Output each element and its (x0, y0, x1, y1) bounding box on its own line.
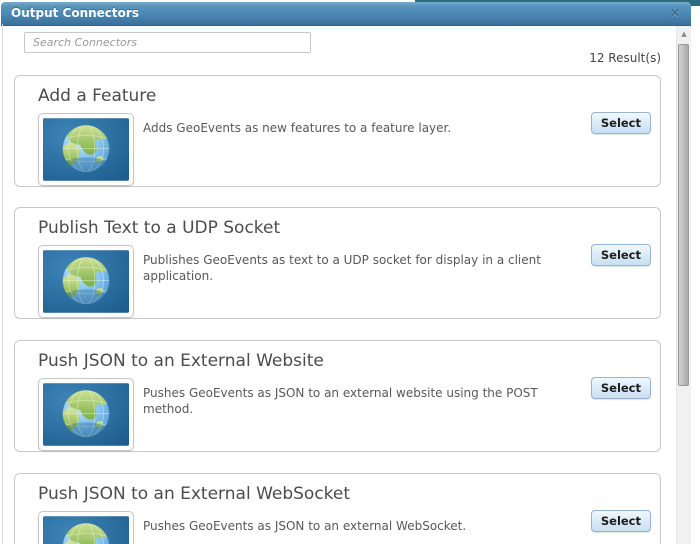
globe-icon (43, 250, 129, 313)
connector-card: Publish Text to a UDP Socket Publishes G… (14, 207, 661, 319)
connector-description: Publishes GeoEvents as text to a UDP soc… (143, 253, 541, 284)
select-button[interactable]: Select (590, 510, 651, 532)
connector-thumbnail (38, 245, 134, 318)
select-button[interactable]: Select (590, 377, 651, 399)
select-button[interactable]: Select (590, 112, 651, 134)
connector-description: Pushes GeoEvents as JSON to an external … (143, 386, 538, 417)
connector-title: Add a Feature (38, 86, 157, 106)
select-button[interactable]: Select (590, 244, 651, 266)
output-connectors-dialog: Output Connectors ✕ 12 Result(s) Add a F… (0, 0, 700, 544)
connector-description: Pushes GeoEvents as JSON to an external … (143, 519, 467, 533)
scrollbar-thumb[interactable] (678, 44, 689, 386)
dialog-left-edge (2, 24, 3, 544)
scroll-up-icon[interactable]: ▲ (677, 26, 691, 42)
search-input[interactable] (24, 32, 311, 53)
connector-thumbnail (38, 378, 134, 451)
connector-title: Push JSON to an External WebSocket (38, 484, 351, 504)
dialog-title: Output Connectors (11, 6, 139, 20)
globe-icon (43, 516, 129, 544)
connector-thumbnail (38, 511, 134, 544)
globe-icon (43, 383, 129, 446)
connector-title: Push JSON to an External Website (38, 351, 324, 371)
connector-card: Push JSON to an External Website Pushes … (14, 340, 661, 452)
connector-thumbnail (38, 113, 134, 186)
connector-description: Adds GeoEvents as new features to a feat… (143, 121, 452, 135)
scrollbar[interactable]: ▲ (676, 26, 691, 544)
dialog-header: Output Connectors ✕ (1, 2, 691, 26)
connector-card: Add a Feature Adds GeoEvents as new feat… (14, 75, 661, 187)
connector-card: Push JSON to an External WebSocket Pushe… (14, 473, 661, 544)
globe-icon (43, 118, 129, 181)
results-count: 12 Result(s) (589, 51, 661, 65)
close-icon[interactable]: ✕ (670, 5, 680, 21)
connector-title: Publish Text to a UDP Socket (38, 218, 281, 238)
